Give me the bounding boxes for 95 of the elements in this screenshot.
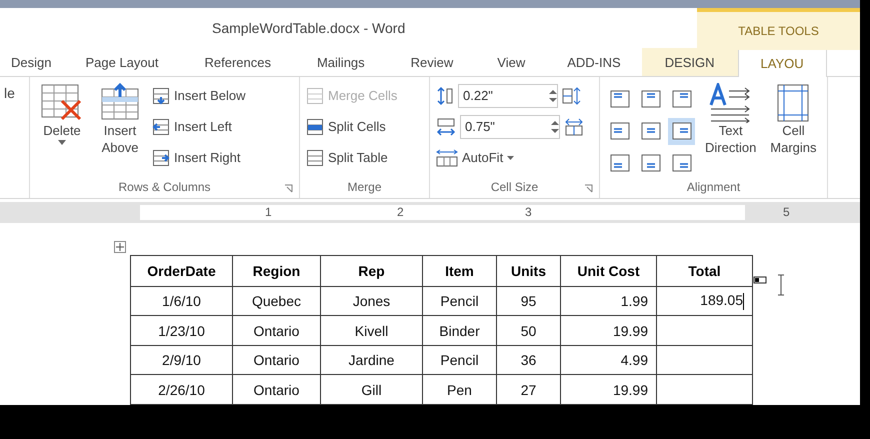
row-height-field[interactable]: 0.22" [458, 84, 558, 108]
column-header: Region [232, 255, 320, 286]
table-cell: Pencil [422, 286, 496, 316]
insert-table-icon [152, 86, 170, 105]
cell-margins-icon [775, 83, 812, 124]
split-table-icon [306, 148, 324, 167]
column-header: Units [496, 255, 560, 286]
contextual-group-label: TABLE TOOLS [738, 24, 819, 38]
column-header: Total [656, 255, 752, 286]
table-cell: 189.05 [656, 286, 752, 316]
column-width-icon [436, 116, 456, 137]
align-icon [672, 154, 692, 172]
ribbon-tab[interactable]: ADD-INS [546, 48, 642, 76]
ribbon-tab[interactable]: Design [0, 48, 62, 76]
autofit-icon [436, 148, 458, 167]
column-header: Rep [320, 255, 422, 286]
group-label: Rows & Columns [118, 178, 211, 196]
align-button[interactable] [668, 118, 695, 145]
spinner-icon[interactable] [549, 88, 557, 103]
merge-button[interactable]: Split Cells [306, 114, 398, 140]
ruler-number: 3 [525, 204, 532, 219]
ribbon-tab[interactable]: Mailings [294, 48, 388, 76]
table-cell: 95 [496, 286, 560, 316]
table-cell: Jardine [320, 345, 422, 375]
align-icon [610, 154, 630, 172]
insert-table-icon [152, 148, 170, 167]
column-header: Item [422, 255, 496, 286]
ruler-number: 1 [265, 204, 272, 219]
align-icon [672, 122, 692, 140]
table-cell: Quebec [232, 286, 320, 316]
table-cell: 1/6/10 [130, 286, 232, 316]
group-label: Cell Size [490, 178, 538, 196]
split-cells-icon [306, 118, 324, 136]
table-cell: Pen [422, 374, 496, 404]
insert-button[interactable]: Insert Right [152, 145, 246, 170]
cell-margins-button[interactable]: Cell Margins [766, 81, 821, 178]
ribbon-tab[interactable]: DESIGN [642, 48, 738, 76]
merge-cells-icon [306, 86, 324, 105]
table-cell: 50 [496, 316, 560, 346]
insert-table-icon [152, 118, 170, 136]
insert-button[interactable]: Insert Left [152, 114, 246, 140]
text-direction-button[interactable]: Text Direction [701, 81, 760, 178]
ribbon-tab[interactable]: References [181, 48, 294, 76]
table-cell: 1.99 [560, 286, 656, 316]
insert-button[interactable]: Insert Below [152, 83, 246, 108]
window-title: SampleWordTable.docx - Word [212, 20, 406, 36]
column-width-field[interactable]: 0.75" [460, 114, 560, 139]
table-cell: Ontario [232, 316, 320, 346]
distribute-rows-icon [562, 86, 582, 105]
spinner-icon[interactable] [551, 120, 559, 134]
table-cell: Ontario [232, 374, 320, 404]
text-cursor [743, 293, 744, 310]
ribbon-tab[interactable]: LAYOU [738, 48, 827, 78]
delete-button[interactable]: Delete [36, 81, 88, 178]
autofit-button[interactable]: AutoFit [436, 145, 584, 170]
table-cell: 36 [496, 345, 560, 375]
table-move-handle-icon[interactable] [114, 240, 126, 253]
align-icon [640, 122, 660, 140]
table-cell: 1/23/10 [130, 316, 232, 346]
group-label: Merge [347, 178, 382, 196]
align-icon [672, 90, 692, 108]
distribute-columns-icon [564, 118, 584, 136]
merge-button[interactable]: Split Table [306, 145, 398, 170]
align-icon [610, 122, 630, 140]
table-cell: Kivell [320, 316, 422, 346]
dropdown-arrow-icon [507, 156, 514, 160]
table-cell: 19.99 [560, 316, 656, 346]
ribbon-tab[interactable]: Review [388, 48, 476, 76]
ruler-number: 5 [783, 204, 790, 219]
ribbon-tab[interactable]: View [476, 48, 546, 76]
table-cell: 2/9/10 [130, 345, 232, 375]
insert-above-button[interactable]: Insert Above [94, 81, 146, 178]
row-height-icon [436, 86, 454, 106]
dialog-launcher-icon[interactable] [584, 184, 593, 193]
table-cell: 2/26/10 [130, 374, 232, 404]
table-cell: Pencil [422, 345, 496, 375]
table-cell: 4.99 [560, 345, 656, 375]
table-cell: Jones [320, 286, 422, 316]
column-header: OrderDate [130, 255, 232, 286]
table-cell: Binder [422, 316, 496, 346]
align-icon [640, 90, 660, 108]
align-icon [640, 154, 660, 172]
table-cell: 27 [496, 374, 560, 404]
dropdown-arrow-icon [58, 140, 66, 146]
ribbon-button[interactable]: le [0, 77, 30, 198]
table-cell: 19.99 [560, 374, 656, 404]
dialog-launcher-icon[interactable] [284, 184, 293, 193]
row-end-icon [752, 272, 786, 297]
table-cell: Ontario [232, 345, 320, 375]
group-label: Alignment [686, 178, 740, 196]
align-icon [610, 90, 630, 108]
table-cell: Gill [320, 374, 422, 404]
ruler-number: 2 [397, 204, 404, 219]
column-header: Unit Cost [560, 255, 656, 286]
ribbon-tab[interactable]: Page Layout [62, 48, 182, 76]
